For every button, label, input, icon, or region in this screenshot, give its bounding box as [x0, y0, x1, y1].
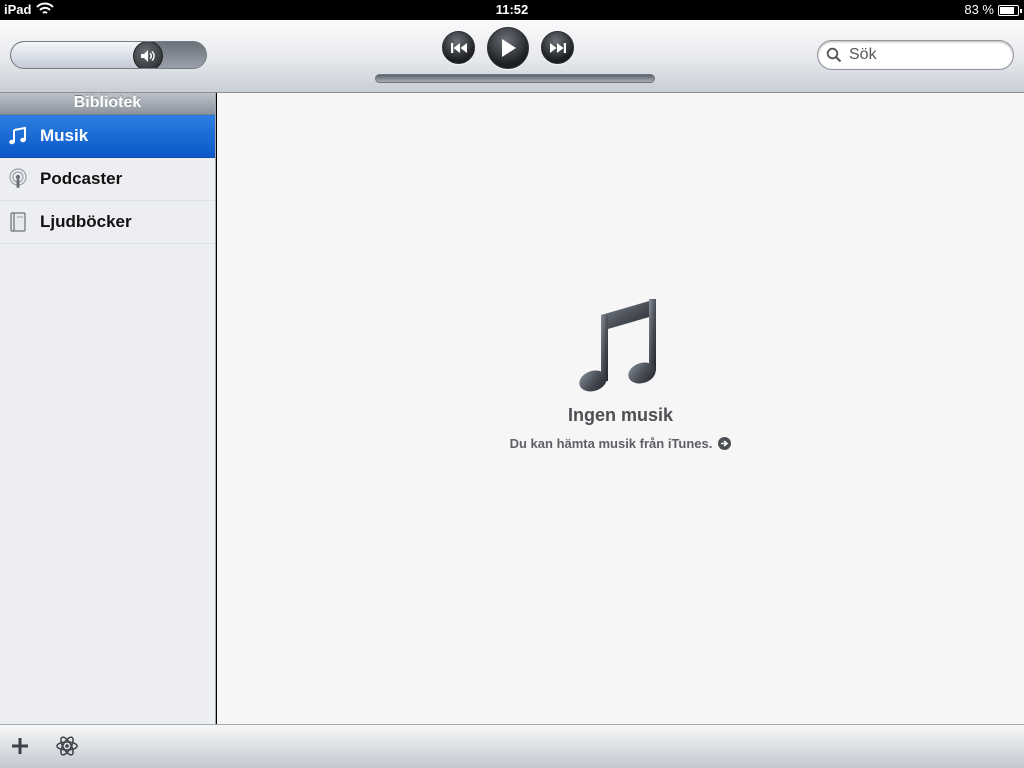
- genius-atom-icon: [56, 736, 78, 756]
- genius-button[interactable]: [55, 734, 79, 758]
- sidebar-item-ljudbocker[interactable]: Ljudböcker: [0, 201, 215, 244]
- empty-state-title: Ingen musik: [567, 405, 674, 425]
- rewind-icon: [450, 42, 467, 53]
- status-bar: iPad 11:52 83 %: [0, 0, 1024, 20]
- plus-icon: [12, 738, 28, 754]
- music-note-icon: [6, 124, 30, 148]
- sidebar-item-podcaster[interactable]: Podcaster: [0, 158, 215, 201]
- sidebar-item-label: Ljudböcker: [40, 212, 132, 231]
- player-toolbar: [0, 20, 1024, 93]
- search-input[interactable]: [849, 46, 1009, 64]
- play-button[interactable]: [487, 27, 529, 69]
- sidebar-item-label: Musik: [40, 126, 89, 145]
- sidebar-header: Bibliotek: [0, 93, 215, 115]
- volume-slider[interactable]: [10, 41, 207, 69]
- clock: 11:52: [495, 2, 529, 17]
- previous-track-button[interactable]: [442, 31, 475, 64]
- itunes-link[interactable]: Du kan hämta musik från iTunes.: [510, 436, 732, 451]
- audiobook-icon: [6, 210, 30, 234]
- main-content: Ingen musik Du kan hämta musik från iTun…: [217, 93, 1024, 724]
- fast-forward-icon: [549, 42, 566, 53]
- speaker-icon[interactable]: [133, 42, 163, 68]
- add-playlist-button[interactable]: [8, 734, 32, 758]
- bottom-toolbar: [0, 724, 1024, 768]
- empty-state: Ingen musik Du kan hämta musik från iTun…: [217, 293, 1024, 453]
- play-icon: [502, 39, 516, 57]
- arrow-right-icon: [718, 437, 732, 450]
- sidebar-item-musik[interactable]: Musik: [0, 115, 215, 158]
- music-note-icon: [578, 299, 656, 392]
- search-field[interactable]: [817, 40, 1014, 70]
- podcast-icon: [6, 167, 30, 191]
- empty-state-subtitle: Du kan hämta musik från iTunes.: [509, 436, 713, 451]
- library-sidebar: Bibliotek Musik Podcaster Ljudböcker: [0, 93, 216, 724]
- volume-fill: [11, 42, 148, 68]
- next-track-button[interactable]: [541, 31, 574, 64]
- battery-percentage: 83 %: [964, 2, 994, 17]
- sidebar-item-label: Podcaster: [40, 169, 123, 188]
- search-icon: [826, 46, 844, 64]
- battery-icon: [998, 5, 1022, 16]
- track-progress-bar[interactable]: [375, 74, 655, 83]
